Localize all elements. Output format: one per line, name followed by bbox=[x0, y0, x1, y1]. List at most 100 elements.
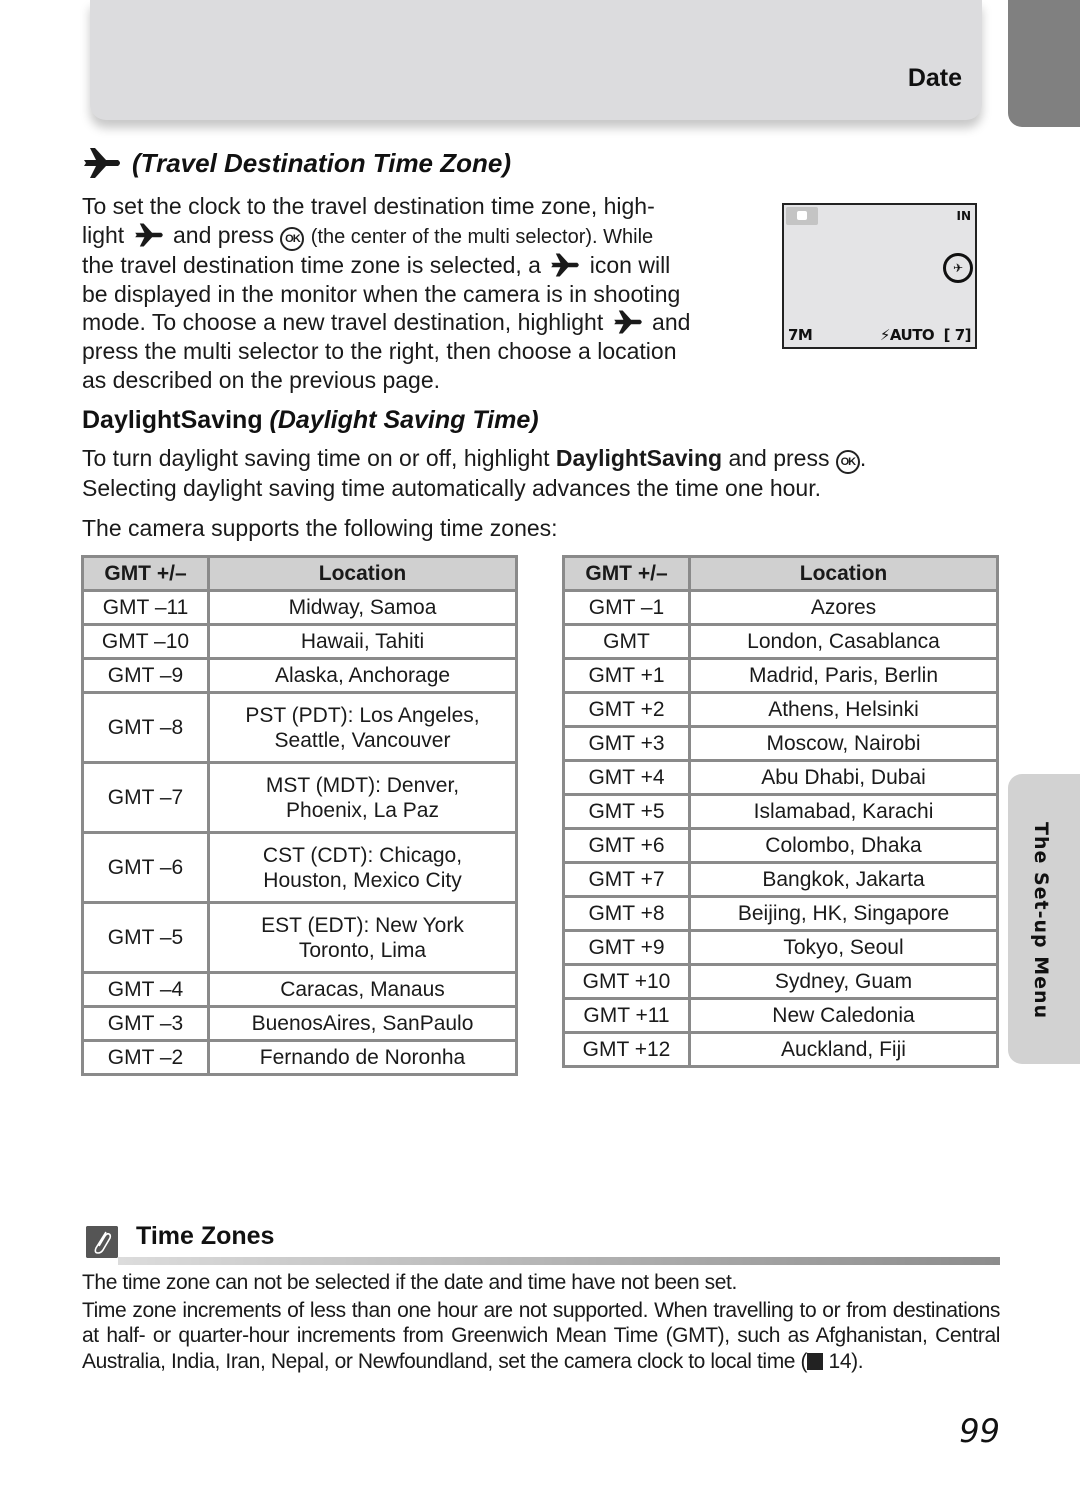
text-line: be displayed in the monitor when the cam… bbox=[82, 280, 681, 307]
table-row: GMT –6 CST (CDT): Chicago, Houston, Mexico… bbox=[81, 831, 518, 904]
camera-mode-icon bbox=[786, 207, 818, 225]
chapter-tab-top bbox=[1008, 0, 1080, 127]
location: Auckland, Fiji bbox=[688, 1031, 999, 1068]
table-row: GMT +12 Auckland, Fiji bbox=[562, 1031, 999, 1068]
header-location: Location bbox=[688, 555, 999, 592]
gmt-offset: GMT +3 bbox=[562, 725, 691, 762]
page-reference-icon bbox=[807, 1352, 824, 1370]
airplane-icon bbox=[612, 309, 644, 335]
table-row: GMT +5 Islamabad, Karachi bbox=[562, 793, 999, 830]
flash-mode-indicator: ⚡AUTO bbox=[879, 326, 935, 344]
menu-item-name: DaylightSaving bbox=[555, 445, 723, 471]
table-row: GMT +11 New Caledonia bbox=[562, 997, 999, 1034]
table-row: GMT –4 Caracas, Manaus bbox=[81, 971, 518, 1008]
gmt-offset: GMT +5 bbox=[562, 793, 691, 830]
location: Alaska, Anchorage bbox=[207, 657, 518, 694]
note-divider bbox=[118, 1257, 1000, 1265]
header-location: Location bbox=[207, 555, 518, 592]
table-row: GMT –3 BuenosAires, SanPaulo bbox=[81, 1005, 518, 1042]
table-row: GMT –1 Azores bbox=[562, 589, 999, 626]
table-row: GMT –7 MST (MDT): Denver, Phoenix, La Paz bbox=[81, 761, 518, 834]
location: Madrid, Paris, Berlin bbox=[688, 657, 999, 694]
table-header-row: GMT +/– Location bbox=[562, 555, 999, 592]
table-header-row: GMT +/– Location bbox=[81, 555, 518, 592]
chapter-tab-label: The Set-up Menu bbox=[1030, 822, 1052, 1020]
page-number: 99 bbox=[959, 1412, 1000, 1450]
text-line: To set the clock to the travel destinati… bbox=[82, 193, 655, 219]
table-row: GMT +10 Sydney, Guam bbox=[562, 963, 999, 1000]
table-row: GMT +8 Beijing, HK, Singapore bbox=[562, 895, 999, 932]
dst-heading-italic: (Daylight Saving Time) bbox=[269, 406, 539, 434]
time-zone-table-left: GMT +/– Location GMT –11 Midway, Samoa GMT… bbox=[81, 555, 518, 1076]
table-row: GMT –10 Hawaii, Tahiti bbox=[81, 623, 518, 660]
text-line: and press bbox=[722, 445, 836, 471]
text-line: To turn daylight saving time on or off, … bbox=[82, 445, 556, 471]
gmt-offset: GMT +7 bbox=[562, 861, 691, 898]
airplane-icon bbox=[82, 146, 122, 180]
gmt-offset: GMT +12 bbox=[562, 1031, 691, 1068]
page-reference: 14 bbox=[828, 1349, 852, 1373]
travel-heading: (Travel Destination Time Zone) bbox=[82, 146, 511, 180]
note-title: Time Zones bbox=[136, 1222, 275, 1250]
gmt-offset: GMT +2 bbox=[562, 691, 691, 728]
dst-paragraph: To turn daylight saving time on or off, … bbox=[82, 444, 1002, 503]
gmt-offset: GMT –8 bbox=[81, 691, 210, 764]
gmt-offset: GMT –2 bbox=[81, 1039, 210, 1076]
location-line: MST (MDT): Denver, bbox=[265, 773, 460, 797]
location: BuenosAires, SanPaulo bbox=[207, 1005, 518, 1042]
table-row: GMT –11 Midway, Samoa bbox=[81, 589, 518, 626]
paperclip-icon bbox=[86, 1226, 118, 1258]
ok-button-icon: OK bbox=[835, 450, 860, 474]
airplane-icon bbox=[133, 222, 165, 248]
gmt-offset: GMT –1 bbox=[562, 589, 691, 626]
camera-monitor-illustration: IN ✈ 7M ⚡AUTO [ 7] bbox=[782, 203, 977, 349]
airplane-icon bbox=[549, 252, 581, 278]
travel-paragraph: To set the clock to the travel destinati… bbox=[82, 192, 760, 394]
location-line: Toronto, Lima bbox=[298, 938, 427, 962]
location: CST (CDT): Chicago, Houston, Mexico City bbox=[207, 831, 518, 904]
table-row: GMT +1 Madrid, Paris, Berlin bbox=[562, 657, 999, 694]
location-line: Phoenix, La Paz bbox=[286, 798, 439, 822]
location: Athens, Helsinki bbox=[688, 691, 999, 728]
location: Islamabad, Karachi bbox=[688, 793, 999, 830]
text-line: . bbox=[859, 445, 867, 471]
gmt-offset: GMT –6 bbox=[81, 831, 210, 904]
travel-heading-text: (Travel Destination Time Zone) bbox=[132, 147, 512, 178]
gmt-offset: GMT +9 bbox=[562, 929, 691, 966]
location-line: EST (EDT): New York bbox=[261, 913, 464, 937]
text-line: light bbox=[82, 221, 125, 248]
dst-heading: DaylightSaving (Daylight Saving Time) bbox=[82, 406, 539, 435]
location: Midway, Samoa bbox=[207, 589, 518, 626]
gmt-offset: GMT –5 bbox=[81, 901, 210, 974]
chapter-tab: The Set-up Menu bbox=[1008, 774, 1080, 1064]
internal-memory-indicator: IN bbox=[956, 209, 971, 223]
table-row: GMT –2 Fernando de Noronha bbox=[81, 1039, 518, 1076]
text-line: icon will bbox=[589, 252, 671, 279]
text-line: and bbox=[652, 309, 691, 336]
section-title: Date bbox=[907, 64, 962, 92]
gmt-offset: GMT +4 bbox=[562, 759, 691, 796]
table-row: GMT +7 Bangkok, Jakarta bbox=[562, 861, 999, 898]
location-line: Houston, Mexico City bbox=[263, 868, 462, 892]
table-row: GMT +4 Abu Dhabi, Dubai bbox=[562, 759, 999, 796]
table-row: GMT +6 Colombo, Dhaka bbox=[562, 827, 999, 864]
header-gmt: GMT +/– bbox=[562, 555, 691, 592]
text-line: press the multi selector to the right, t… bbox=[82, 337, 677, 364]
note-paragraph: Time zone increments of less than one ho… bbox=[82, 1298, 1000, 1374]
location: Sydney, Guam bbox=[688, 963, 999, 1000]
monitor-status-bar: 7M ⚡AUTO [ 7] bbox=[788, 326, 972, 344]
image-size-indicator: 7M bbox=[788, 326, 813, 344]
gmt-offset: GMT +1 bbox=[562, 657, 691, 694]
gmt-offset: GMT –11 bbox=[81, 589, 210, 626]
location: Colombo, Dhaka bbox=[688, 827, 999, 864]
travel-destination-icon: ✈ bbox=[943, 253, 973, 283]
gmt-offset: GMT +11 bbox=[562, 997, 691, 1034]
time-zone-table-right: GMT +/– Location GMT –1 Azores GMT London, … bbox=[562, 555, 999, 1068]
location: Beijing, HK, Singapore bbox=[688, 895, 999, 932]
gmt-offset: GMT bbox=[562, 623, 691, 660]
text-line: ). bbox=[851, 1349, 864, 1373]
note-paragraph: The time zone can not be selected if the… bbox=[82, 1271, 737, 1294]
ok-button-icon: OK bbox=[280, 226, 305, 251]
gmt-offset: GMT –7 bbox=[81, 761, 210, 834]
location: London, Casablanca bbox=[688, 623, 999, 660]
